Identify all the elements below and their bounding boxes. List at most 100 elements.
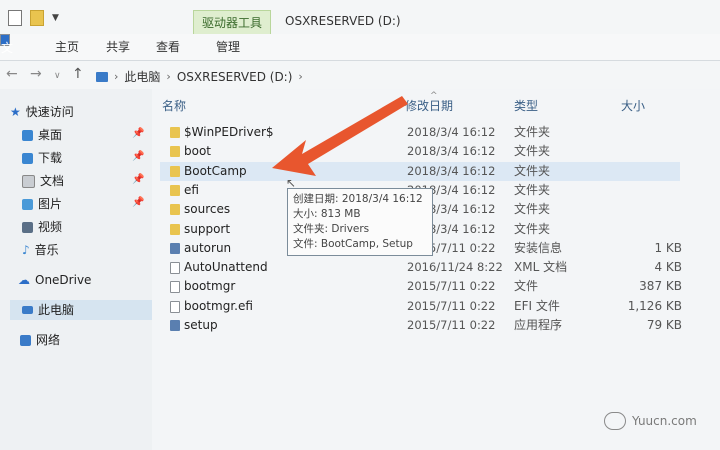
file-type: EFI 文件: [514, 298, 560, 313]
file-type: 安装信息: [514, 240, 563, 255]
crumb-this-pc[interactable]: 此电脑: [124, 68, 160, 85]
column-header-date[interactable]: 修改日期: [405, 97, 453, 114]
column-header-type[interactable]: 类型: [514, 97, 538, 114]
nav-item-music[interactable]: ♪ 音乐: [22, 240, 59, 260]
crumb-drive[interactable]: OSXRESERVED (D:): [177, 70, 293, 84]
folder-tooltip: 创建日期: 2018/3/4 16:12 大小: 813 MB 文件夹: Dri…: [287, 188, 433, 256]
tab-home[interactable]: 主页: [55, 34, 79, 60]
nav-item-pictures[interactable]: 图片: [22, 194, 62, 214]
tab-file[interactable]: 文件: [0, 34, 13, 81]
picture-icon: [22, 198, 33, 210]
customize-dropdown-icon[interactable]: ▼: [52, 13, 59, 23]
folder-icon: [170, 204, 180, 216]
file-size: 4 KB: [654, 260, 682, 275]
table-row[interactable]: setup 2015/7/11 0:22 应用程序 79 KB: [160, 316, 682, 335]
nav-this-pc[interactable]: 此电脑: [10, 300, 152, 320]
forward-icon[interactable]: →: [30, 66, 42, 82]
file-name: efi: [184, 182, 199, 197]
file-date: 2016/11/24 8:22: [407, 260, 503, 275]
properties-icon[interactable]: [8, 10, 22, 26]
file-date: 2018/3/4 16:12: [407, 144, 496, 159]
nav-item-documents[interactable]: 文档: [22, 171, 64, 191]
file-type: 文件夹: [514, 144, 551, 159]
table-row[interactable]: $WinPEDriver$ 2018/3/4 16:12 文件夹: [160, 123, 680, 142]
column-header-name[interactable]: 名称: [162, 97, 186, 114]
nav-item-downloads[interactable]: 下载: [22, 148, 62, 168]
file-name: boot: [184, 144, 212, 159]
tab-manage[interactable]: 管理: [216, 34, 240, 60]
address-bar: ← → ∨ ↑ › 此电脑 › OSXRESERVED (D:) ›: [0, 61, 720, 90]
pin-icon[interactable]: 📌: [132, 197, 144, 208]
file-name: $WinPEDriver$: [184, 125, 274, 139]
file-size: 1,126 KB: [627, 298, 682, 313]
window-title: OSXRESERVED (D:): [285, 14, 401, 28]
ribbon-tabs: 文件 主页 共享 查看 管理: [0, 34, 720, 81]
table-row[interactable]: AutoUnattend 2016/11/24 8:22 XML 文档 4 KB: [160, 258, 682, 277]
folder-icon: [170, 165, 180, 177]
pin-icon[interactable]: 📌: [132, 174, 144, 185]
nav-item-desktop[interactable]: 桌面: [22, 125, 62, 145]
desktop-icon: [22, 129, 33, 141]
nav-onedrive[interactable]: ☁ OneDrive: [18, 270, 91, 290]
file-icon: [170, 300, 180, 313]
tab-view[interactable]: 查看: [156, 34, 180, 60]
file-name: BootCamp: [184, 163, 247, 178]
tooltip-line: 创建日期: 2018/3/4 16:12: [293, 193, 423, 205]
file-name: bootmgr.efi: [184, 298, 253, 313]
file-size: 387 KB: [639, 279, 682, 294]
breadcrumb[interactable]: › 此电脑 › OSXRESERVED (D:) ›: [96, 68, 303, 85]
file-type: 应用程序: [514, 318, 563, 332]
quick-access-toolbar: ▼: [8, 10, 59, 26]
drive-tools-tab[interactable]: 驱动器工具: [193, 10, 272, 35]
file-type: XML 文档: [514, 260, 568, 275]
setup-icon: [170, 320, 180, 331]
file-name: setup: [184, 318, 218, 332]
tooltip-line: 文件夹: Drivers: [293, 223, 370, 235]
watermark: Yuucn.com: [604, 410, 714, 432]
file-type: 文件夹: [514, 182, 551, 197]
file-date: 2015/7/11 0:22: [407, 279, 496, 294]
file-name: support: [184, 221, 231, 236]
file-icon: [170, 281, 180, 294]
tooltip-line: 大小: 813 MB: [293, 208, 361, 220]
nav-item-videos[interactable]: 视频: [22, 217, 62, 237]
up-icon[interactable]: ↑: [72, 66, 84, 82]
star-icon: ★: [10, 105, 21, 119]
pin-icon[interactable]: 📌: [132, 128, 144, 139]
column-header-size[interactable]: 大小: [621, 97, 645, 114]
tooltip-line: 文件: BootCamp, Setup: [293, 238, 413, 250]
document-icon: [22, 174, 35, 188]
file-date: 2015/7/11 0:22: [407, 298, 496, 313]
computer-icon: [96, 71, 108, 82]
network-icon: [20, 334, 31, 346]
file-list: ^ 名称 修改日期 类型 大小 $WinPEDriver$ 2018/3/4 16…: [152, 89, 720, 450]
file-size: 79 KB: [646, 318, 682, 332]
file-type: 文件: [514, 279, 539, 294]
file-date: 2018/3/4 16:12: [407, 125, 496, 139]
download-icon: [22, 152, 33, 164]
pin-icon[interactable]: 📌: [132, 151, 144, 162]
table-row[interactable]: BootCamp 2018/3/4 16:12 文件夹: [160, 161, 680, 181]
table-row[interactable]: bootmgr 2015/7/11 0:22 文件 387 KB: [160, 277, 682, 296]
nav-network[interactable]: 网络: [20, 330, 60, 350]
xml-file-icon: [170, 262, 180, 275]
wechat-icon: [604, 412, 626, 430]
table-row[interactable]: boot 2018/3/4 16:12 文件夹: [160, 142, 680, 161]
tab-share[interactable]: 共享: [106, 34, 130, 60]
file-type: 文件夹: [514, 125, 551, 139]
cloud-icon: ☁: [18, 273, 30, 287]
new-folder-icon[interactable]: [30, 10, 44, 26]
file-type: 文件夹: [514, 202, 551, 217]
folder-icon: [170, 146, 180, 158]
file-name: bootmgr: [184, 279, 236, 294]
file-name: AutoUnattend: [184, 260, 268, 275]
back-icon[interactable]: ←: [6, 66, 18, 82]
nav-quick-access[interactable]: ★ 快速访问: [10, 102, 74, 122]
file-date: 2018/3/4 16:12: [407, 163, 496, 178]
table-row[interactable]: bootmgr.efi 2015/7/11 0:22 EFI 文件 1,126 KB: [160, 297, 682, 316]
file-size: 1 KB: [654, 240, 682, 255]
file-name: sources: [184, 202, 231, 217]
navigation-pane: ★ 快速访问 桌面 📌 下载 📌 文档 📌 图片 📌 视频 ♪ 音乐 ☁ One…: [0, 89, 152, 450]
recent-dropdown-icon[interactable]: ∨: [54, 71, 61, 81]
file-type: 文件夹: [514, 163, 551, 178]
